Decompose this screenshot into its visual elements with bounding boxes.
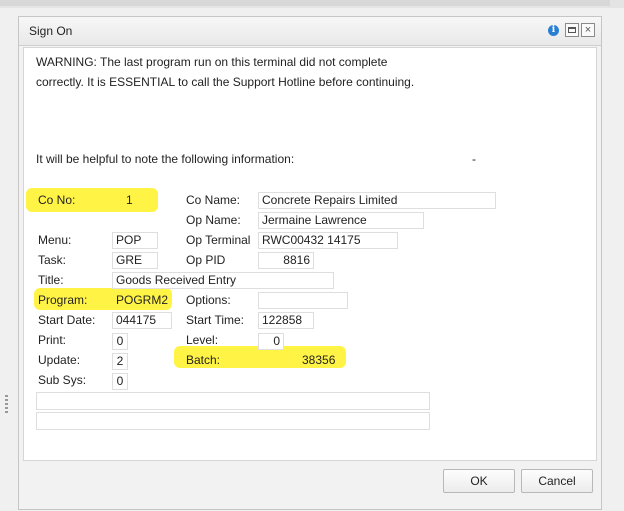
update-field[interactable]: 2 (112, 353, 128, 370)
update-label: Update: (38, 353, 81, 367)
start-date-label: Start Date: (38, 313, 96, 327)
co-no-value: 1 (126, 193, 133, 207)
start-time-field[interactable]: 122858 (258, 312, 314, 329)
dialog-footer: OK Cancel (19, 463, 601, 509)
background-toolbar (0, 0, 610, 6)
op-name-field[interactable]: Jermaine Lawrence (258, 212, 424, 229)
sub-sys-field[interactable]: 0 (112, 373, 128, 390)
op-name-label: Op Name: (186, 213, 241, 227)
co-no-label: Co No: (38, 193, 76, 207)
op-terminal-field[interactable]: RWC00432 14175 (258, 232, 398, 249)
ok-button[interactable]: OK (443, 469, 515, 493)
menu-label: Menu: (38, 233, 72, 247)
close-icon[interactable]: × (581, 23, 595, 37)
cancel-button[interactable]: Cancel (521, 469, 593, 493)
sub-sys-label: Sub Sys: (38, 373, 87, 387)
dialog-title: Sign On (29, 24, 73, 38)
program-value: POGRM2 (116, 293, 169, 307)
print-label: Print: (38, 333, 67, 347)
level-field[interactable]: 0 (258, 333, 284, 350)
task-label: Task: (38, 253, 67, 267)
title-bar-controls: i × (548, 23, 595, 37)
helpful-note: It will be helpful to note the following… (36, 152, 295, 166)
menu-field[interactable]: POP (112, 232, 158, 249)
warning-message: WARNING: The last program run on this te… (36, 55, 415, 89)
co-name-field[interactable]: Concrete Repairs Limited (258, 192, 496, 209)
print-field[interactable]: 0 (112, 333, 128, 350)
batch-value: 38356 (302, 353, 336, 367)
level-label: Level: (186, 333, 219, 347)
start-date-field[interactable]: 044175 (112, 312, 172, 329)
start-time-label: Start Time: (186, 313, 245, 327)
options-label: Options: (186, 293, 231, 307)
info-icon[interactable]: i (548, 24, 559, 36)
program-label: Program: (38, 293, 88, 307)
maximize-icon[interactable] (565, 23, 579, 37)
background-window-strip (0, 0, 624, 8)
sign-on-dialog: Sign On i × WARNING: The last program ru… (18, 16, 602, 510)
title-label: Title: (38, 273, 64, 287)
title-bar[interactable]: Sign On i × (19, 17, 601, 46)
co-name-label: Co Name: (186, 193, 241, 207)
op-terminal-label: Op Terminal (186, 233, 251, 247)
task-field[interactable]: GRE (112, 252, 158, 269)
message-line-2[interactable] (36, 412, 430, 430)
helpful-dash: - (472, 152, 476, 166)
op-pid-field[interactable]: 8816 (258, 252, 314, 269)
title-field[interactable]: Goods Received Entry (112, 272, 334, 289)
resize-gripper[interactable] (5, 395, 8, 413)
options-field[interactable] (258, 292, 348, 309)
batch-label: Batch: (186, 353, 221, 367)
dialog-content: WARNING: The last program run on this te… (23, 47, 597, 461)
op-pid-label: Op PID (186, 253, 226, 267)
message-line-1[interactable] (36, 392, 430, 410)
